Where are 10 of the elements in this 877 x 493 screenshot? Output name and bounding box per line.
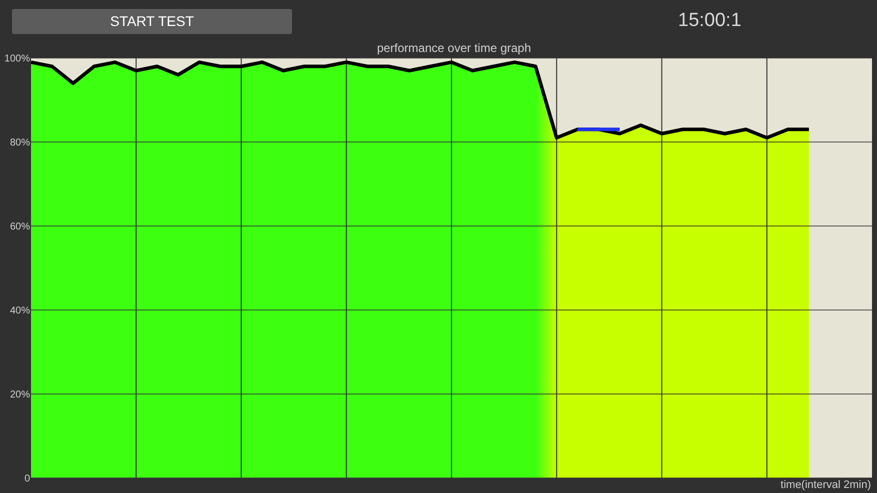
y-tick-label: 80%	[10, 138, 30, 148]
timer-text: 15:00:1	[678, 8, 742, 33]
chart-title: performance over time graph	[376, 42, 532, 54]
y-tick-label: 100%	[4, 54, 30, 64]
y-tick-label: 60%	[10, 222, 30, 232]
y-tick-label: 40%	[10, 306, 30, 316]
start-test-button[interactable]: START TEST	[12, 8, 292, 34]
y-tick-label: 20%	[10, 390, 30, 400]
y-tick-label: 0	[24, 474, 30, 484]
x-axis-label: time(interval 2min)	[780, 480, 871, 491]
